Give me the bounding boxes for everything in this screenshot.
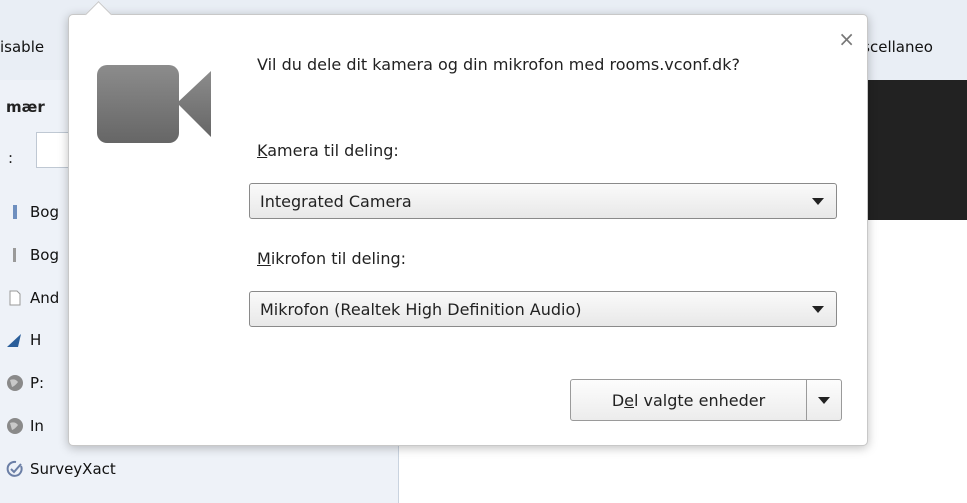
share-selected-devices-button[interactable]: Del valgte enheder (571, 380, 807, 420)
bookmark-page-icon (6, 203, 24, 221)
camera-label: Kamera til deling: (257, 141, 399, 160)
microphone-select-value: Mikrofon (Realtek High Definition Audio) (260, 299, 582, 319)
microphone-label-accesskey: M (257, 249, 271, 268)
camera-select[interactable]: Integrated Camera (249, 183, 837, 219)
share-options-dropdown[interactable] (807, 380, 841, 420)
document-icon (6, 289, 24, 307)
bookmark-page-icon (6, 246, 24, 264)
globe-icon (6, 374, 24, 392)
sidebar-item-label: Bog (30, 246, 59, 264)
chevron-down-icon (818, 396, 830, 404)
microphone-label: Mikrofon til deling: (257, 249, 406, 268)
share-split-button: Del valgte enheder (570, 379, 842, 421)
sidebar-item[interactable]: SurveyXact (6, 456, 116, 482)
sidebar-item-label: And (30, 289, 60, 307)
shark-fin-icon (6, 331, 24, 349)
chevron-down-icon (812, 306, 824, 313)
camera-label-text: amera til deling: (267, 141, 399, 160)
sidebar-item[interactable]: And (6, 285, 59, 311)
sidebar-item-label: Bog (30, 203, 59, 221)
sidebar-search-label: : (8, 149, 14, 167)
microphone-select[interactable]: Mikrofon (Realtek High Definition Audio) (249, 291, 837, 327)
microphone-label-text: ikrofon til deling: (270, 249, 407, 268)
share-button-accesskey: e (624, 390, 634, 410)
chevron-down-icon (812, 198, 824, 205)
sidebar-item-label: In (30, 417, 44, 435)
video-camera-icon (97, 63, 213, 149)
sidebar-item[interactable]: Bog (6, 199, 59, 225)
check-circle-icon (6, 460, 24, 478)
sidebar-item[interactable]: Bog (6, 242, 59, 268)
camera-select-value: Integrated Camera (260, 191, 412, 211)
camera-label-accesskey: K (257, 141, 268, 160)
share-permission-popup: × Vil du dele dit kamera og din mikrofon… (68, 1, 868, 446)
sidebar-item-label: P: (30, 374, 45, 392)
globe-icon (6, 417, 24, 435)
sidebar-item-label: H (30, 331, 42, 349)
sidebar-item[interactable]: In (6, 413, 44, 439)
sidebar-item[interactable]: P: (6, 370, 44, 396)
sidebar-heading: mær (6, 98, 45, 116)
sidebar-item[interactable]: H (6, 327, 41, 353)
sidebar-item-label: SurveyXact (30, 460, 116, 478)
toolbar-left-text[interactable]: isable (0, 38, 44, 56)
share-button-text-pre: D (611, 390, 625, 410)
share-question: Vil du dele dit kamera og din mikrofon m… (257, 55, 740, 74)
close-icon[interactable]: × (838, 29, 855, 49)
toolbar-right-text[interactable]: iscellaneo (858, 38, 933, 56)
share-button-text-post: l valgte enheder (634, 390, 766, 410)
